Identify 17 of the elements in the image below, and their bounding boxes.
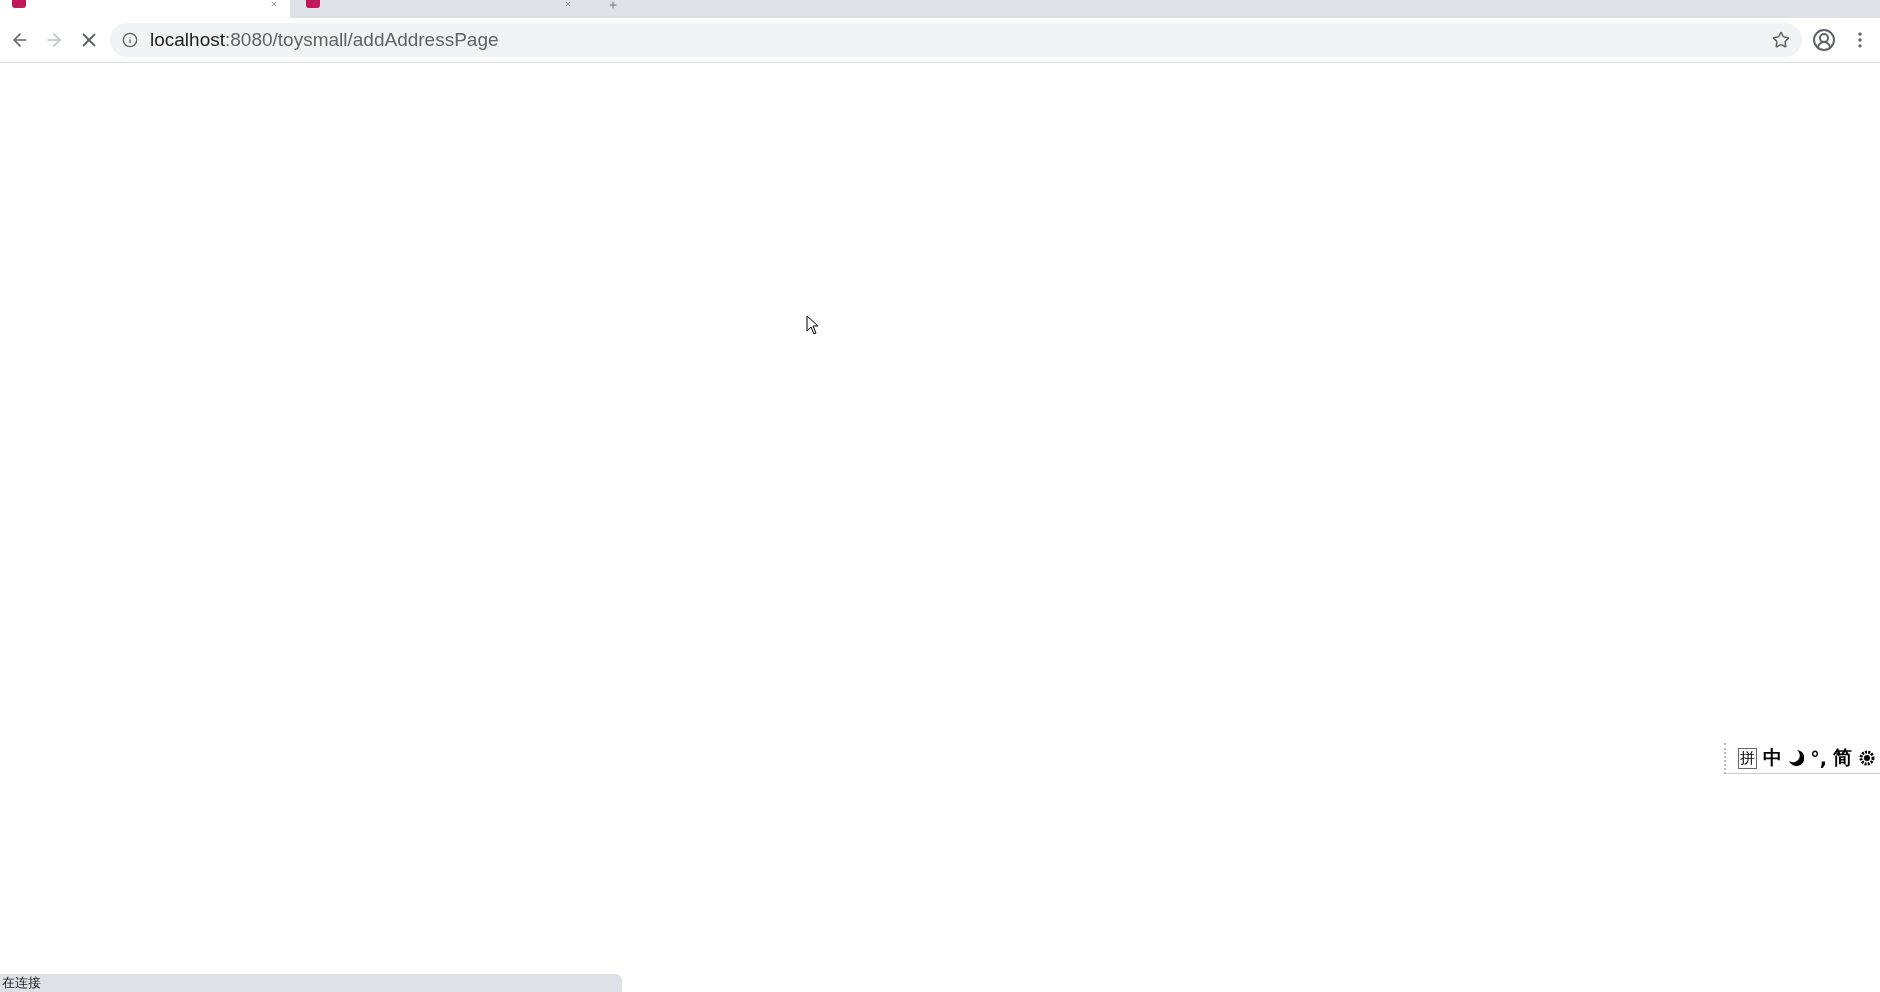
- close-icon[interactable]: [270, 0, 278, 8]
- browser-tab[interactable]: [0, 0, 290, 18]
- ime-mode-button[interactable]: 拼: [1738, 747, 1758, 769]
- mouse-cursor-icon: [806, 315, 820, 335]
- ime-toggle-button[interactable]: °,: [1810, 747, 1827, 769]
- info-icon[interactable]: [122, 32, 138, 48]
- address-bar[interactable]: localhost:8080/toysmall/addAddressPage: [110, 23, 1802, 57]
- moon-icon[interactable]: [1788, 749, 1805, 767]
- favicon-icon: [12, 0, 26, 8]
- ime-toggle-button[interactable]: 中: [1763, 745, 1783, 771]
- status-text: 在连接: [0, 974, 622, 992]
- gear-icon[interactable]: [1858, 749, 1876, 767]
- new-tab-icon[interactable]: [608, 0, 618, 10]
- star-icon[interactable]: [1772, 31, 1790, 49]
- profile-icon[interactable]: [1812, 28, 1836, 52]
- ime-toggle-button[interactable]: 简: [1833, 745, 1852, 771]
- favicon-icon: [306, 0, 320, 8]
